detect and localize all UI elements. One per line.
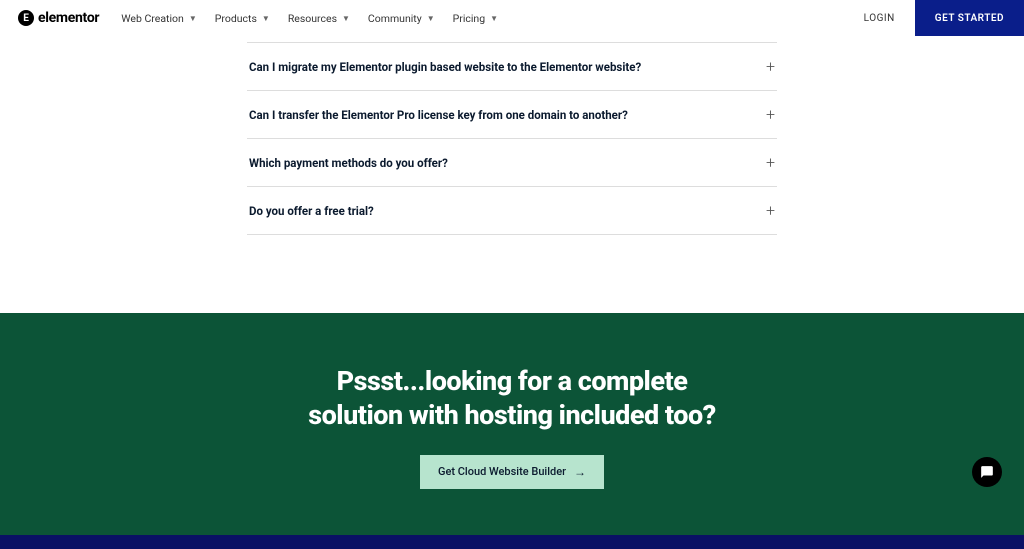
caret-down-icon: ▼: [262, 14, 270, 23]
chat-button[interactable]: [972, 457, 1002, 487]
promo-cta-label: Get Cloud Website Builder: [438, 465, 566, 478]
logo-text: elementor: [38, 10, 99, 26]
faq-list: Can I migrate my Elementor plugin based …: [247, 36, 777, 235]
nav-web-creation[interactable]: Web Creation▼: [121, 12, 197, 25]
plus-icon: +: [766, 201, 775, 220]
caret-down-icon: ▼: [490, 14, 498, 23]
get-started-button[interactable]: GET STARTED: [915, 0, 1024, 36]
faq-question: Do you offer a free trial?: [249, 204, 374, 218]
chat-icon: [980, 465, 994, 479]
faq-question: Can I migrate my Elementor plugin based …: [249, 60, 641, 74]
login-link[interactable]: LOGIN: [864, 13, 895, 24]
footer-strip: [0, 535, 1024, 549]
faq-item[interactable]: Which payment methods do you offer? +: [247, 139, 777, 187]
plus-icon: +: [766, 57, 775, 76]
nav-resources[interactable]: Resources▼: [288, 12, 350, 25]
arrow-right-icon: →: [574, 465, 586, 479]
logo[interactable]: E elementor: [18, 10, 99, 26]
promo-section: Pssst...looking for a complete solution …: [0, 313, 1024, 535]
cloud-builder-button[interactable]: Get Cloud Website Builder →: [420, 455, 604, 489]
plus-icon: +: [766, 153, 775, 172]
faq-question: Can I transfer the Elementor Pro license…: [249, 108, 628, 122]
header: E elementor Web Creation▼ Products▼ Reso…: [0, 0, 1024, 36]
main-nav: Web Creation▼ Products▼ Resources▼ Commu…: [121, 12, 498, 25]
faq-question: Which payment methods do you offer?: [249, 156, 448, 170]
caret-down-icon: ▼: [189, 14, 197, 23]
plus-icon: +: [766, 105, 775, 124]
nav-pricing[interactable]: Pricing▼: [453, 12, 498, 25]
caret-down-icon: ▼: [427, 14, 435, 23]
faq-item[interactable]: Can I transfer the Elementor Pro license…: [247, 91, 777, 139]
logo-icon: E: [18, 10, 34, 26]
faq-item[interactable]: Do you offer a free trial? +: [247, 187, 777, 235]
header-right: LOGIN GET STARTED: [864, 0, 1024, 36]
faq-item[interactable]: Can I migrate my Elementor plugin based …: [247, 42, 777, 91]
nav-products[interactable]: Products▼: [215, 12, 270, 25]
caret-down-icon: ▼: [342, 14, 350, 23]
nav-community[interactable]: Community▼: [368, 12, 435, 25]
promo-heading: Pssst...looking for a complete solution …: [0, 365, 1024, 433]
